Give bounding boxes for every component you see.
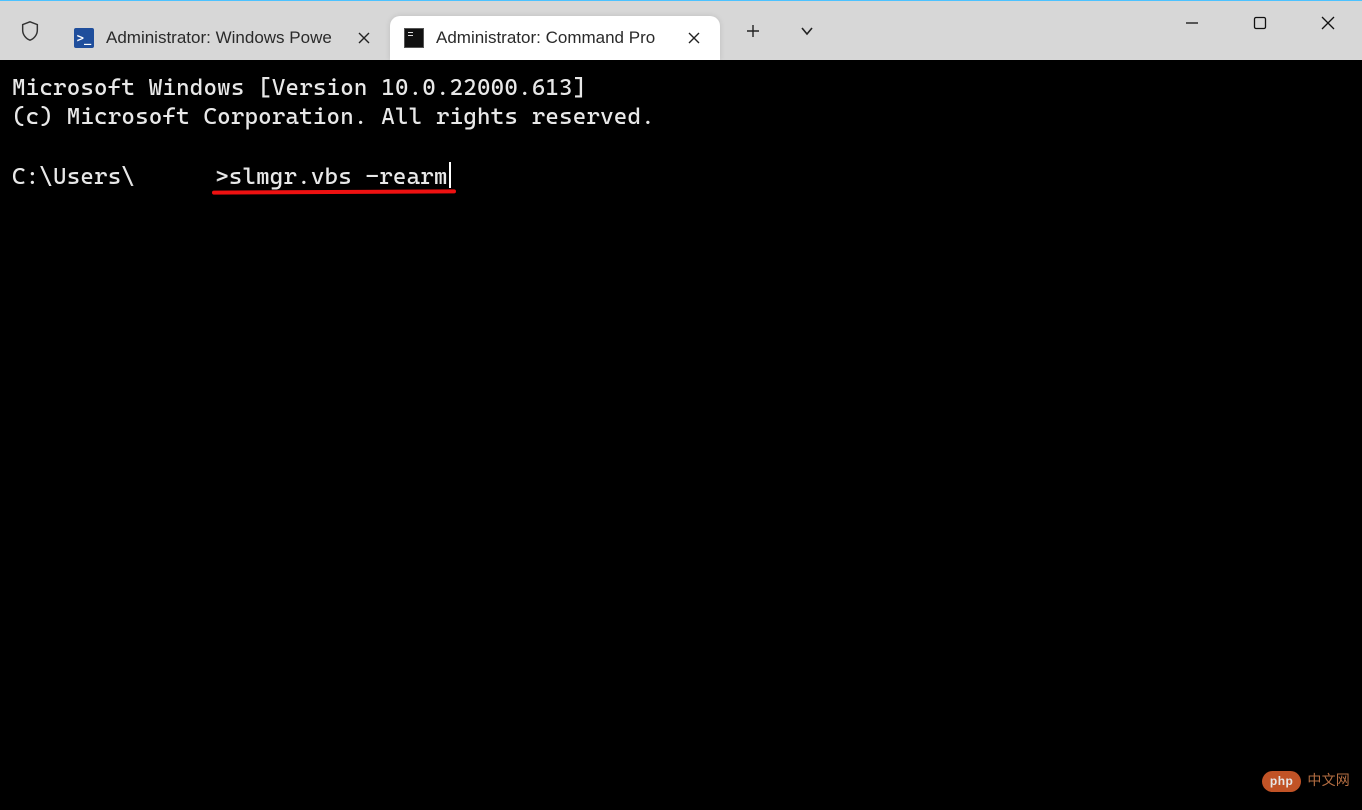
output-line: Microsoft Windows [Version 10.0.22000.61…: [12, 75, 586, 101]
prompt-suffix: >: [215, 164, 229, 190]
watermark: php 中文网: [1262, 771, 1350, 792]
title-bar[interactable]: >_ Administrator: Windows Powe Administr…: [0, 1, 1362, 60]
close-window-button[interactable]: [1294, 1, 1362, 45]
redacted-username: [135, 164, 215, 188]
shield-icon: [19, 20, 41, 42]
tab-powershell[interactable]: >_ Administrator: Windows Powe: [60, 16, 390, 60]
prompt-path-prefix: C:\Users\: [12, 164, 135, 190]
terminal-window: >_ Administrator: Windows Powe Administr…: [0, 0, 1362, 810]
prompt-line: C:\Users\ >slmgr.vbs -rearm: [12, 164, 451, 190]
text-cursor: [449, 162, 451, 188]
tab-close-button[interactable]: [350, 24, 378, 52]
tab-dropdown-button[interactable]: [780, 9, 834, 53]
annotation-underline: [212, 189, 456, 194]
output-line: (c) Microsoft Corporation. All rights re…: [12, 104, 655, 130]
new-tab-button[interactable]: [726, 9, 780, 53]
watermark-text: 中文网: [1307, 772, 1350, 790]
tab-label: Administrator: Windows Powe: [106, 28, 344, 48]
powershell-icon: >_: [74, 28, 94, 48]
typed-command: slmgr.vbs -rearm: [229, 164, 448, 190]
tab-actions: [720, 1, 834, 60]
maximize-button[interactable]: [1226, 1, 1294, 45]
minimize-button[interactable]: [1158, 1, 1226, 45]
tab-close-button[interactable]: [680, 24, 708, 52]
terminal-output[interactable]: Microsoft Windows [Version 10.0.22000.61…: [0, 60, 1362, 810]
window-controls: [1158, 1, 1362, 60]
tab-command-prompt[interactable]: Administrator: Command Pro: [390, 16, 720, 60]
watermark-badge: php: [1262, 771, 1302, 792]
app-icon-slot: [0, 1, 60, 60]
command-prompt-icon: [404, 28, 424, 48]
tab-label: Administrator: Command Pro: [436, 28, 674, 48]
tab-strip: >_ Administrator: Windows Powe Administr…: [60, 1, 720, 60]
titlebar-drag-region[interactable]: [834, 1, 1158, 60]
